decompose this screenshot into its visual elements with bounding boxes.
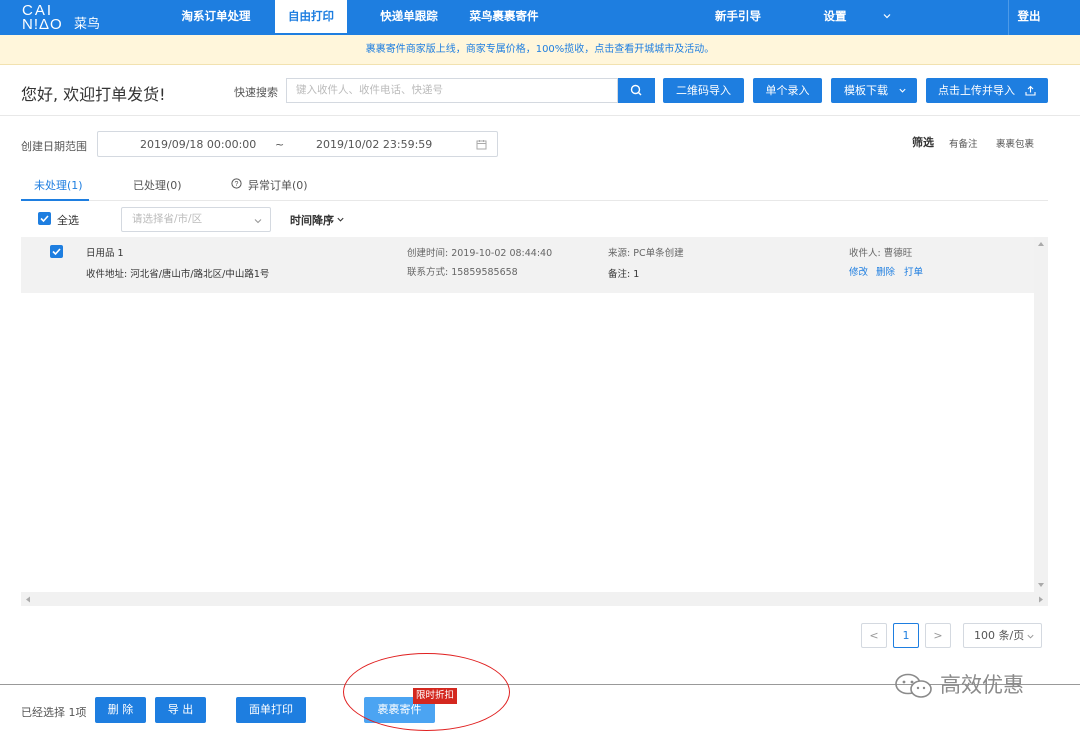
page-size-select[interactable]: 100 条/页 (963, 623, 1042, 648)
top-nav-bar: CAI N!ΔO 菜鸟 淘系订单处理 自由打印 快递单跟踪 菜鸟裹裹寄件 新手引… (0, 0, 1080, 35)
date-separator: ~ (275, 138, 285, 151)
search-input[interactable]: 键入收件人、收件电话、快递号 (286, 78, 618, 103)
order-created-time: 创建时间: 2019-10-02 08:44:40 (407, 248, 553, 259)
pager-page-1[interactable]: 1 (893, 623, 919, 648)
pager-prev-button[interactable]: < (861, 623, 887, 648)
export-button[interactable]: 导 出 (155, 697, 206, 723)
selected-count: 已经选择 1项 (21, 706, 87, 719)
order-contact: 联系方式: 15859585658 (407, 267, 518, 278)
select-all-label[interactable]: 全选 (57, 212, 79, 228)
date-range-label: 创建日期范围 (21, 140, 87, 153)
delete-order-link[interactable]: 删除 (876, 264, 895, 278)
scroll-right-icon[interactable] (1038, 596, 1044, 603)
svg-text:?: ? (235, 181, 239, 188)
nav-item-tracking[interactable]: 快递单跟踪 (368, 0, 450, 35)
filter-option-guoguo-parcel[interactable]: 裹裹包裹 (996, 136, 1034, 150)
order-address: 收件地址: 河北省/唐山市/路北区/中山路1号 (86, 269, 270, 280)
order-checkbox[interactable] (50, 245, 63, 258)
select-all-checkbox[interactable] (38, 212, 51, 225)
print-order-link[interactable]: 打单 (904, 264, 923, 278)
nav-item-settings[interactable]: 设置 (815, 0, 855, 35)
order-item: 日用品 1 (86, 248, 124, 259)
template-download-button[interactable]: 模板下载 (831, 78, 917, 103)
check-icon (52, 248, 61, 256)
qr-import-button[interactable]: 二维码导入 (663, 78, 744, 103)
order-row[interactable]: 日用品 1 收件地址: 河北省/唐山市/路北区/中山路1号 创建时间: 2019… (21, 237, 1034, 293)
order-source: 来源: PC单条创建 (608, 248, 684, 259)
scroll-up-icon[interactable] (1037, 241, 1045, 247)
order-list: 日用品 1 收件地址: 河北省/唐山市/路北区/中山路1号 创建时间: 2019… (21, 237, 1048, 606)
logo-line2: N!ΔO (22, 16, 63, 33)
nav-item-taobao-orders[interactable]: 淘系订单处理 (170, 0, 262, 35)
horizontal-scrollbar[interactable] (21, 592, 1048, 606)
logo-cn: 菜鸟 (74, 17, 101, 32)
chevron-down-icon[interactable] (882, 11, 892, 21)
page-size-label: 100 条/页 (974, 629, 1025, 642)
logout-link[interactable]: 登出 (1010, 0, 1048, 35)
delete-button[interactable]: 删 除 (95, 697, 146, 723)
upload-import-label: 点击上传并导入 (938, 84, 1015, 97)
order-remark: 备注: 1 (608, 269, 640, 280)
tab-abnormal-orders[interactable]: ? 异常订单(0) (231, 177, 308, 193)
tabs-divider (21, 200, 1048, 201)
search-label: 快速搜索 (234, 86, 278, 99)
filter-title: 筛选 (912, 136, 934, 149)
greeting-title: 您好, 欢迎打单发货! (21, 85, 166, 104)
vertical-scrollbar[interactable] (1034, 237, 1048, 592)
region-placeholder: 请选择省/市/区 (132, 213, 203, 225)
date-end[interactable]: 2019/10/02 23:59:59 (316, 138, 432, 151)
date-range-picker[interactable]: 2019/09/18 00:00:00 ~ 2019/10/02 23:59:5… (97, 131, 498, 157)
scroll-down-icon[interactable] (1037, 582, 1045, 588)
search-button[interactable] (618, 78, 655, 103)
order-recipient: 收件人: 曹德旺 (849, 248, 913, 259)
chevron-down-icon (337, 217, 344, 222)
tab-abnormal-label: 异常订单(0) (248, 179, 308, 192)
sort-label: 时间降序 (290, 214, 334, 227)
nav-item-free-print[interactable]: 自由打印 (275, 0, 347, 35)
tab-processed[interactable]: 已处理(0) (133, 177, 182, 193)
header-divider (0, 115, 1080, 116)
single-entry-button[interactable]: 单个录入 (753, 78, 822, 103)
announcement-banner[interactable]: 裹裹寄件商家版上线，商家专属价格，100%揽收，点击查看开城城市及活动。 (0, 35, 1080, 65)
question-icon: ? (231, 178, 242, 189)
scroll-left-icon[interactable] (25, 596, 31, 603)
nav-item-guoguo-send[interactable]: 菜鸟裹裹寄件 (462, 0, 546, 35)
active-tab-indicator (21, 199, 89, 201)
region-select[interactable]: 请选择省/市/区 (121, 207, 271, 232)
nav-divider (1008, 0, 1009, 35)
search-icon (630, 84, 642, 96)
pager-next-button[interactable]: > (925, 623, 951, 648)
calendar-icon (476, 140, 487, 150)
date-start[interactable]: 2019/09/18 00:00:00 (140, 138, 256, 151)
waybill-print-button[interactable]: 面单打印 (236, 697, 306, 723)
chevron-down-icon (899, 88, 906, 93)
watermark-text: 高效优惠 (940, 673, 1024, 697)
chevron-down-icon (254, 219, 262, 224)
annotation-circle (343, 653, 510, 731)
filter-option-has-remark[interactable]: 有备注 (949, 136, 978, 150)
check-icon (40, 215, 49, 223)
tab-unprocessed[interactable]: 未处理(1) (34, 177, 83, 193)
nav-item-guide[interactable]: 新手引导 (705, 0, 771, 35)
template-download-label: 模板下载 (844, 84, 888, 97)
edit-order-link[interactable]: 修改 (849, 264, 868, 278)
chevron-down-icon (1027, 634, 1034, 639)
wechat-icon (895, 673, 932, 698)
upload-import-button[interactable]: 点击上传并导入 (926, 78, 1048, 103)
sort-dropdown[interactable]: 时间降序 (290, 212, 344, 228)
cainiao-logo[interactable]: CAI N!ΔO 菜鸟 (22, 3, 102, 33)
upload-icon (1025, 85, 1036, 96)
